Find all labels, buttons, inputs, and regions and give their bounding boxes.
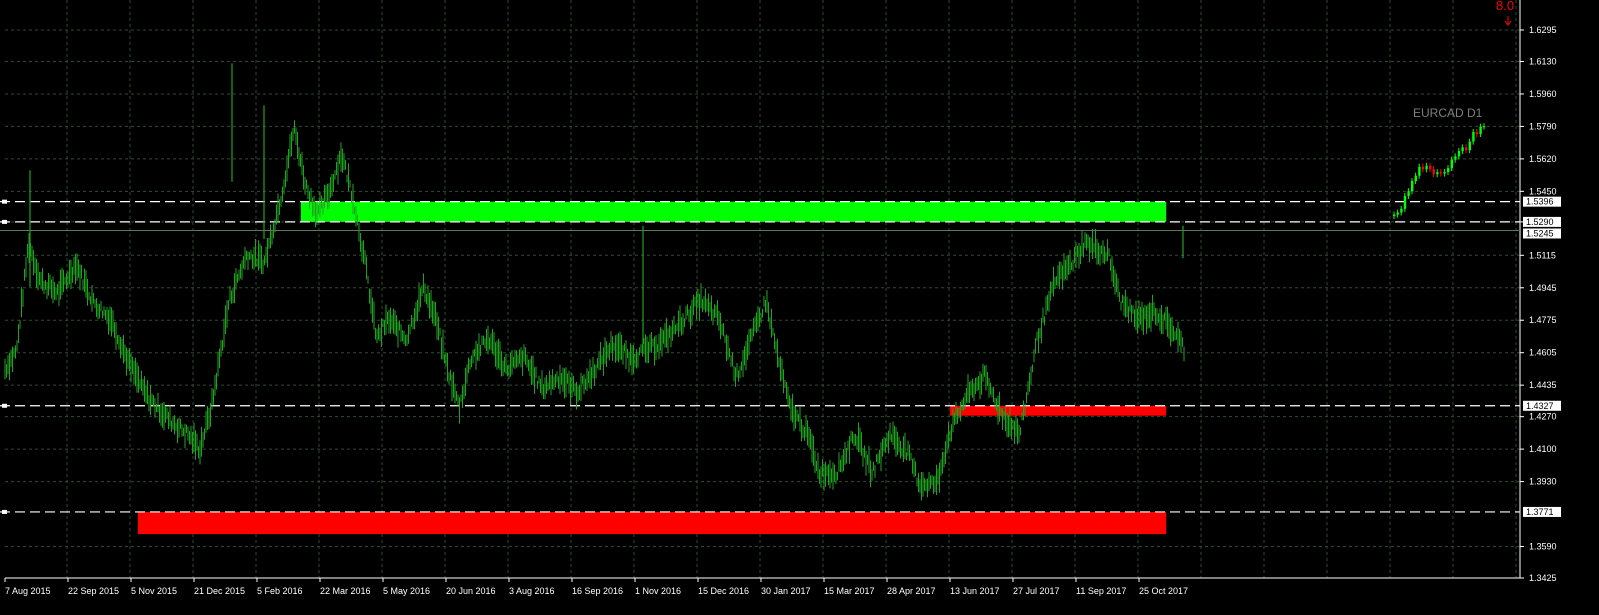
price-tick-label: 1.6295: [1529, 25, 1557, 35]
level-tag-label-1: 1.5396: [1526, 197, 1554, 207]
time-tick-label: 25 Oct 2017: [1139, 586, 1188, 596]
time-tick-label: 3 Aug 2016: [509, 586, 555, 596]
time-tick-label: 21 Dec 2015: [194, 586, 245, 596]
price-tick-label: 1.4270: [1529, 412, 1557, 422]
time-tick-label: 15 Mar 2017: [824, 586, 875, 596]
price-chart[interactable]: 1.6295 1.6130 1.5960 1.5790 1.5620 1.5450 1.52…: [0, 0, 1599, 615]
symbol-label: EURCAD D1: [1413, 106, 1483, 120]
candle-body: [1450, 159, 1453, 169]
candle-body: [1432, 169, 1435, 175]
candle-body: [1407, 191, 1410, 197]
candle-body: [1396, 212, 1399, 215]
price-tick-label: 1.3425: [1529, 573, 1557, 583]
zone-rect-2: [950, 405, 1167, 416]
price-tick-label: 1.5450: [1529, 186, 1557, 196]
candle-body: [1393, 214, 1396, 217]
price-tick-label: 1.5620: [1529, 154, 1557, 164]
candle-body: [1447, 168, 1450, 172]
price-tick-label: 1.4100: [1529, 444, 1557, 454]
candle-body: [1425, 165, 1428, 170]
zone-rect-1: [300, 201, 1167, 222]
price-tick-label: 1.4605: [1529, 348, 1557, 358]
candle-body: [1468, 141, 1471, 151]
candle-body: [1461, 147, 1464, 152]
candle-body: [1443, 171, 1446, 174]
candle-body: [1421, 166, 1425, 170]
time-tick-label: 28 Apr 2017: [887, 586, 936, 596]
candle-body: [1472, 131, 1475, 142]
time-tick-label: 7 Aug 2015: [5, 586, 51, 596]
candle-body: [1454, 156, 1457, 160]
candle-body: [1457, 151, 1461, 157]
price-tick-label: 1.4435: [1529, 380, 1557, 390]
time-tick-label: 5 Nov 2015: [131, 586, 177, 596]
candle-body: [1429, 165, 1432, 170]
candle-body: [1483, 126, 1486, 128]
level-tag-label-2: 1.5290: [1526, 217, 1554, 227]
candle-body: [1400, 208, 1403, 213]
level-tag-label-4: 1.4327: [1526, 401, 1554, 411]
price-tick-label: 1.3590: [1529, 541, 1557, 551]
time-tick-label: 13 Jun 2017: [950, 586, 1000, 596]
level-anchor-2: [2, 219, 7, 224]
price-tick-label: 1.5790: [1529, 121, 1557, 131]
price-tick-label: 1.5115: [1529, 250, 1556, 260]
candle-body: [1465, 147, 1468, 151]
time-tick-label: 11 Sep 2017: [1076, 586, 1126, 596]
zone-rect-3: [137, 511, 1167, 535]
price-tick-label: 1.4775: [1529, 315, 1557, 325]
level-anchor-1: [2, 199, 7, 204]
time-tick-label: 1 Nov 2016: [635, 586, 681, 596]
level-anchor-4: [2, 403, 7, 408]
price-tick-label: 1.3930: [1529, 477, 1557, 487]
candle-body: [1403, 196, 1407, 209]
candle-body: [1475, 131, 1479, 135]
price-tick-label: 1.5960: [1529, 89, 1557, 99]
price-tick-label: 1.6130: [1529, 57, 1557, 67]
time-tick-label: 20 Jun 2016: [446, 586, 496, 596]
price-tick-label: 1.4945: [1529, 283, 1557, 293]
time-tick-label: 5 Feb 2016: [257, 586, 303, 596]
level-tag-label-5: 1.3771: [1526, 507, 1554, 517]
time-tick-label: 15 Dec 2016: [698, 586, 749, 596]
level-anchor-5: [2, 509, 7, 514]
time-tick-label: 22 Sep 2015: [68, 586, 119, 596]
time-tick-label: 30 Jan 2017: [761, 586, 811, 596]
time-tick-label: 16 Sep 2016: [572, 586, 623, 596]
candle-body: [1414, 175, 1417, 182]
level-tag-label-3: 1.5245: [1526, 228, 1554, 238]
candle-body: [1479, 126, 1482, 135]
time-tick-label: 5 May 2016: [383, 586, 430, 596]
candle-body: [1411, 181, 1414, 192]
candle-body: [1436, 172, 1439, 175]
time-tick-label: 27 Jul 2017: [1013, 586, 1060, 596]
time-tick-label: 22 Mar 2016: [320, 586, 371, 596]
top-value-readout: 8.0: [1496, 0, 1514, 13]
candle-body: [1418, 166, 1421, 176]
candle-body: [1439, 172, 1443, 174]
